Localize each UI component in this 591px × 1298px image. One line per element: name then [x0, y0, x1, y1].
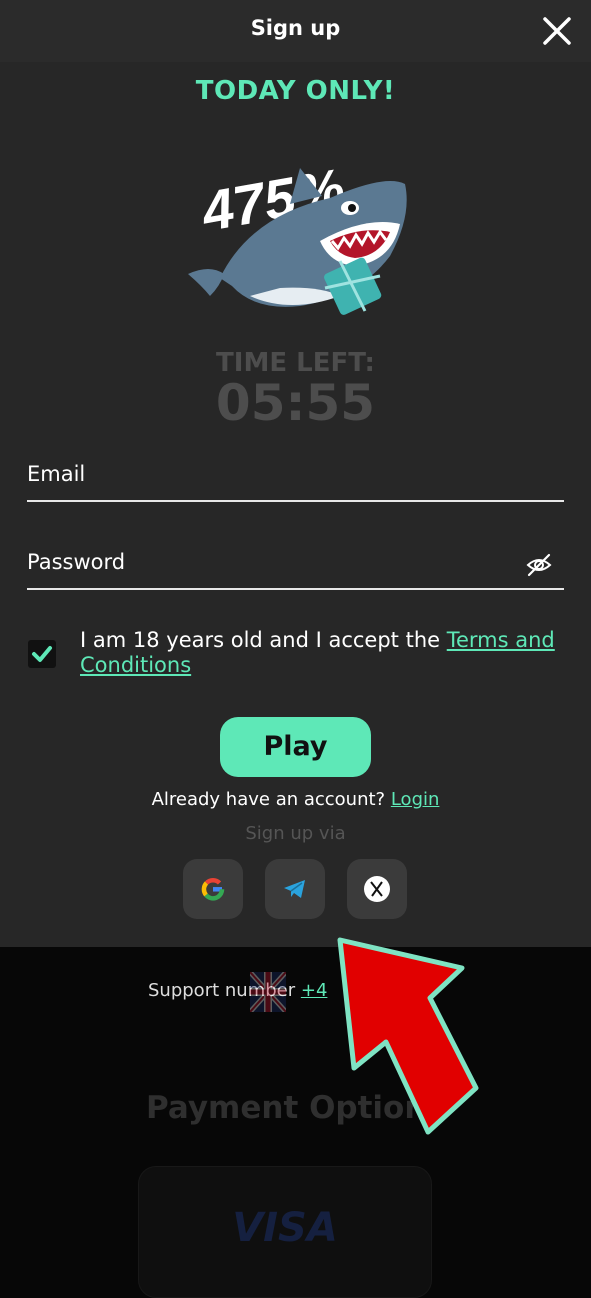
google-signup-button[interactable]	[183, 859, 243, 919]
x-icon	[364, 876, 390, 902]
password-label: Password	[27, 550, 126, 574]
visa-payment-card[interactable]: VISA	[138, 1166, 432, 1298]
close-icon[interactable]	[541, 15, 573, 47]
eye-slash-icon[interactable]	[526, 552, 552, 578]
email-field[interactable]: Email	[27, 454, 564, 502]
already-account-text: Already have an account?	[151, 789, 391, 810]
countdown-timer: 05:55	[215, 374, 376, 432]
already-account-line: Already have an account? Login	[0, 789, 591, 810]
page-title: Sign up	[250, 16, 341, 40]
play-button[interactable]: Play	[220, 717, 371, 777]
login-link[interactable]: Login	[391, 789, 440, 810]
consent-label: I am 18 years old and I accept the	[80, 628, 447, 652]
signup-via-label: Sign up via	[245, 823, 346, 844]
uk-flag-icon	[250, 972, 286, 1012]
check-icon	[32, 646, 52, 662]
red-pointer-arrow-icon	[337, 937, 479, 1135]
password-field[interactable]: Password	[27, 542, 564, 590]
google-icon	[201, 877, 225, 901]
telegram-icon	[284, 880, 305, 898]
consent-text: I am 18 years old and I accept the Terms…	[80, 628, 570, 678]
signup-modal: TODAY ONLY! 475% TIME LEFT: 05:55 Email …	[0, 62, 591, 947]
age-terms-checkbox[interactable]	[28, 640, 56, 668]
visa-logo: VISA	[232, 1205, 338, 1251]
promo-headline: TODAY ONLY!	[195, 76, 396, 106]
header-bar: Sign up	[0, 0, 591, 62]
email-label: Email	[27, 462, 86, 486]
shark-mascot-illustration: 475%	[188, 156, 407, 315]
